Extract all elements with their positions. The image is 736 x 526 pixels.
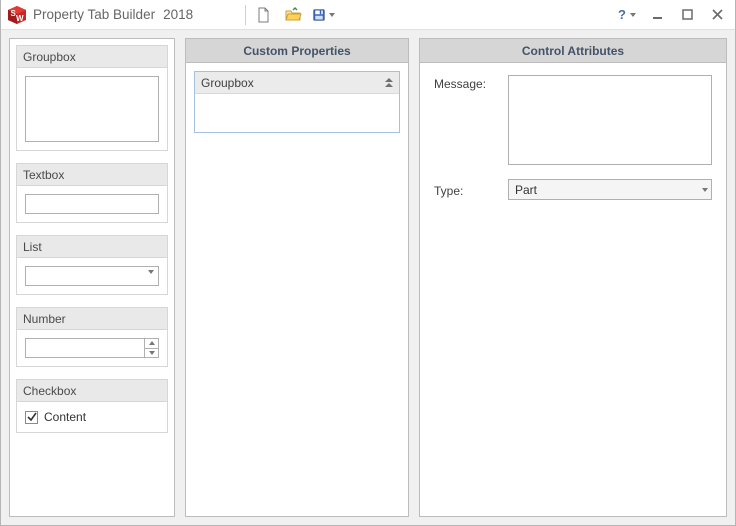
title-bar: S W Property Tab Builder 2018 ? xyxy=(1,0,735,30)
close-button[interactable] xyxy=(705,5,729,25)
canvas-groupbox-body[interactable] xyxy=(195,94,399,132)
new-file-icon xyxy=(256,7,272,23)
checkbox-sample-label: Content xyxy=(44,410,86,424)
palette-textbox[interactable]: Textbox xyxy=(16,163,168,223)
maximize-icon xyxy=(682,9,693,20)
palette-groupbox[interactable]: Groupbox xyxy=(16,45,168,151)
custom-properties-header: Custom Properties xyxy=(186,39,408,63)
type-label: Type: xyxy=(434,182,498,198)
help-button[interactable]: ? xyxy=(615,5,639,25)
canvas-groupbox[interactable]: Groupbox xyxy=(194,71,400,133)
minimize-icon xyxy=(652,9,663,20)
palette-panel: Groupbox Textbox List Number Che xyxy=(9,38,175,517)
main-container: Groupbox Textbox List Number Che xyxy=(1,30,735,525)
canvas-groupbox-caption: Groupbox xyxy=(201,76,254,90)
save-button[interactable] xyxy=(312,4,336,26)
palette-checkbox-header: Checkbox xyxy=(16,379,168,401)
number-sample-icon xyxy=(25,338,159,358)
dropdown-caret-icon xyxy=(630,13,636,17)
message-input[interactable] xyxy=(508,75,712,165)
save-floppy-icon xyxy=(313,7,325,23)
palette-list[interactable]: List xyxy=(16,235,168,295)
attr-row-type: Type: Part xyxy=(434,179,712,200)
list-sample-icon xyxy=(25,266,159,286)
chevron-down-icon xyxy=(702,188,708,192)
type-select[interactable]: Part xyxy=(508,179,712,200)
palette-textbox-header: Textbox xyxy=(16,163,168,185)
dropdown-caret-icon xyxy=(329,13,335,17)
canvas-groupbox-header[interactable]: Groupbox xyxy=(195,72,399,94)
svg-text:W: W xyxy=(16,14,24,23)
toolbar-divider xyxy=(245,5,246,25)
palette-number[interactable]: Number xyxy=(16,307,168,367)
help-icon: ? xyxy=(618,7,626,22)
palette-groupbox-header: Groupbox xyxy=(16,45,168,67)
custom-properties-panel: Custom Properties Groupbox xyxy=(185,38,409,517)
app-year: 2018 xyxy=(163,7,193,22)
design-canvas[interactable]: Groupbox xyxy=(186,63,408,141)
checkbox-sample-icon xyxy=(25,411,38,424)
groupbox-sample-icon xyxy=(25,76,159,142)
message-label: Message: xyxy=(434,75,498,91)
palette-number-header: Number xyxy=(16,307,168,329)
palette-list-header: List xyxy=(16,235,168,257)
attr-row-message: Message: xyxy=(434,75,712,165)
control-attributes-header: Control Attributes xyxy=(420,39,726,63)
check-icon xyxy=(27,412,37,422)
app-logo-icon: S W xyxy=(7,5,27,25)
app-title: Property Tab Builder 2018 xyxy=(33,7,193,22)
collapse-icon[interactable] xyxy=(385,78,393,87)
app-name: Property Tab Builder xyxy=(33,7,155,22)
open-button[interactable] xyxy=(282,4,306,26)
close-icon xyxy=(712,9,723,20)
maximize-button[interactable] xyxy=(675,5,699,25)
control-attributes-panel: Control Attributes Message: Type: Part xyxy=(419,38,727,517)
palette-checkbox[interactable]: Checkbox Content xyxy=(16,379,168,433)
textbox-sample-icon xyxy=(25,194,159,214)
type-select-value: Part xyxy=(515,183,537,197)
open-folder-icon xyxy=(285,7,303,23)
new-button[interactable] xyxy=(252,4,276,26)
minimize-button[interactable] xyxy=(645,5,669,25)
